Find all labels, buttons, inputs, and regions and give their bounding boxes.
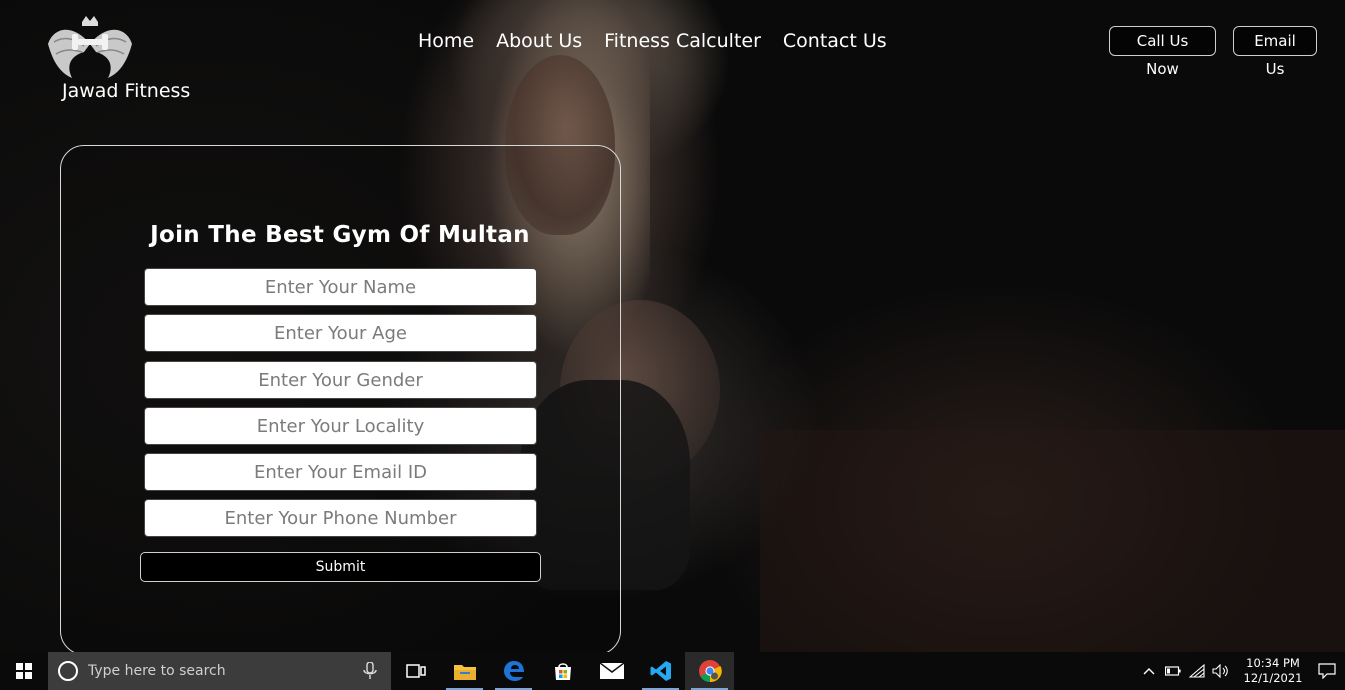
nav-about-us[interactable]: About Us [496, 30, 582, 52]
search-placeholder: Type here to search [88, 663, 226, 679]
windows-start-icon[interactable] [0, 652, 48, 690]
chrome-icon[interactable] [685, 652, 734, 690]
file-explorer-icon[interactable] [440, 652, 489, 690]
nav-contact-us[interactable]: Contact Us [783, 30, 887, 52]
wifi-icon[interactable] [1185, 652, 1209, 690]
microphone-icon[interactable] [363, 662, 377, 680]
mail-icon[interactable] [587, 652, 636, 690]
edge-icon[interactable] [489, 652, 538, 690]
call-us-now-button[interactable]: Call Us Now [1109, 26, 1216, 78]
vscode-icon[interactable] [636, 652, 685, 690]
battery-icon[interactable] [1161, 652, 1185, 690]
submit-button[interactable]: Submit [140, 552, 541, 582]
store-icon[interactable] [538, 652, 587, 690]
name-input[interactable] [144, 268, 537, 306]
nav-fitness-calculator[interactable]: Fitness Calculter [604, 30, 761, 52]
task-view-icon[interactable] [391, 652, 440, 690]
age-input[interactable] [144, 314, 537, 352]
locality-input[interactable] [144, 407, 537, 445]
system-tray: 10:34 PM 12/1/2021 [1137, 652, 1345, 690]
background-floor [760, 430, 1345, 652]
taskbar: Type here to search 10:34 PM 12/1/2021 [0, 652, 1345, 690]
clock-date: 12/1/2021 [1243, 671, 1303, 685]
nav-home[interactable]: Home [418, 30, 474, 52]
phone-input[interactable] [144, 499, 537, 537]
cortana-icon [58, 661, 78, 681]
brand-name: Jawad Fitness [62, 80, 191, 102]
main-nav: Home About Us Fitness Calculter Contact … [418, 30, 887, 52]
chevron-up-icon[interactable] [1137, 652, 1161, 690]
email-input[interactable] [144, 453, 537, 491]
notification-icon[interactable] [1309, 652, 1345, 690]
email-us-button[interactable]: Email Us [1233, 26, 1317, 78]
taskbar-search[interactable]: Type here to search [48, 652, 391, 690]
taskbar-clock[interactable]: 10:34 PM 12/1/2021 [1237, 656, 1309, 686]
winged-dumbbell-logo[interactable] [44, 14, 136, 80]
clock-time: 10:34 PM [1246, 656, 1300, 670]
volume-icon[interactable] [1209, 652, 1233, 690]
gender-input[interactable] [144, 361, 537, 399]
form-title: Join The Best Gym Of Multan [150, 222, 530, 248]
